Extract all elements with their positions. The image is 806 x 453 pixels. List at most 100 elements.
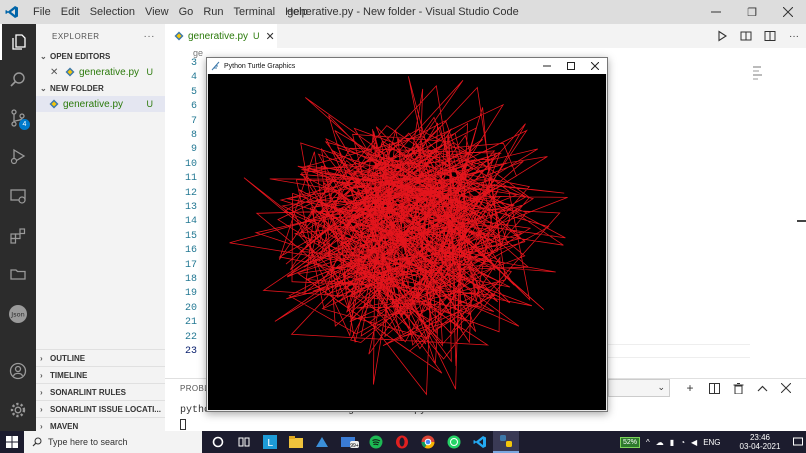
vscode-taskbar-icon[interactable] [467, 431, 493, 453]
generative-art-drawing [229, 76, 568, 396]
chrome-icon[interactable] [415, 431, 441, 453]
new-folder-section[interactable]: ⌄ NEW FOLDER [36, 80, 165, 96]
open-editors-section[interactable]: ⌄ OPEN EDITORS [36, 48, 165, 64]
remote-explorer-icon[interactable] [0, 178, 36, 214]
more-actions-button[interactable]: ··· [144, 31, 156, 42]
restore-button[interactable]: ❐ [734, 0, 770, 24]
menu-view[interactable]: View [140, 0, 174, 24]
open-editor-item[interactable]: ✕ generative.py U [36, 64, 165, 80]
source-control-icon[interactable]: 4 [0, 100, 36, 136]
explorer-sidebar: EXPLORER ··· ⌄ OPEN EDITORS ✕ generative… [36, 24, 165, 431]
tab-generative-py[interactable]: generative.py U ✕ [165, 24, 277, 48]
taskbar-search[interactable]: Type here to search [24, 431, 202, 453]
new-terminal-icon[interactable]: + [678, 379, 702, 397]
menu-edit[interactable]: Edit [56, 0, 85, 24]
menu-help[interactable]: Help [280, 0, 313, 24]
outline-section[interactable]: › OUTLINE [36, 349, 165, 366]
notification-center-icon[interactable] [790, 431, 806, 453]
close-panel-icon[interactable] [774, 379, 798, 397]
tab-status: U [253, 31, 260, 41]
cortana-icon[interactable] [205, 431, 231, 453]
tab-problems[interactable]: PROBL [180, 384, 209, 393]
compare-changes-icon[interactable] [734, 24, 758, 48]
json-icon[interactable]: Json [0, 296, 36, 332]
system-tray: 52% ^ ☁ ▮ ◔ ◀ ENG [620, 431, 727, 453]
run-file-icon[interactable] [710, 24, 734, 48]
turtle-strokes [229, 76, 568, 396]
vscode-logo-icon [0, 0, 24, 24]
battery-indicator[interactable]: 52% [620, 436, 641, 448]
menu-terminal[interactable]: Terminal [229, 0, 281, 24]
run-debug-icon[interactable] [0, 138, 36, 174]
l-app-icon[interactable]: L [257, 431, 283, 453]
wifi-icon[interactable]: ◔ [680, 438, 685, 447]
taskbar-clock[interactable]: 23:46 03-04-2021 [736, 433, 784, 451]
windows-start-icon[interactable] [0, 431, 24, 453]
menu-go[interactable]: Go [174, 0, 199, 24]
split-editor-icon[interactable] [758, 24, 782, 48]
close-editor-icon[interactable]: ✕ [50, 67, 62, 78]
turtle-minimize-button[interactable] [535, 58, 559, 74]
turtle-canvas[interactable] [208, 74, 606, 410]
line-number: 22 [184, 331, 197, 343]
turtle-graphics-window[interactable]: Python Turtle Graphics [206, 57, 608, 412]
mail-icon[interactable]: 99+ [337, 431, 363, 453]
opera-icon[interactable] [389, 431, 415, 453]
notif-badge: 99+ [350, 443, 359, 449]
cloud-icon[interactable]: ☁ [656, 438, 664, 447]
title-bar: File Edit Selection View Go Run Terminal… [0, 0, 806, 24]
activity-bar: 4 Json [0, 24, 36, 431]
line-number: 9 [190, 144, 197, 156]
spotify-icon[interactable] [363, 431, 389, 453]
accounts-icon[interactable] [0, 353, 36, 389]
explorer-files-icon[interactable] [0, 24, 36, 60]
folder-file-item[interactable]: generative.py U [36, 96, 165, 112]
task-view-icon[interactable] [231, 431, 257, 453]
python-file-icon [64, 66, 76, 78]
folder-icon[interactable] [0, 256, 36, 292]
sonarlint-issue-section[interactable]: › SONARLINT ISSUE LOCATI... [36, 400, 165, 417]
minimap[interactable] [753, 66, 763, 86]
svg-text:L: L [267, 438, 273, 449]
menu-selection[interactable]: Selection [85, 0, 140, 24]
line-number: 21 [184, 317, 197, 329]
editor-tabs: generative.py U ✕ ··· [165, 24, 806, 48]
terminal-select[interactable]: ⌄ [608, 379, 670, 397]
extensions-icon[interactable] [0, 218, 36, 254]
menu-file[interactable]: File [28, 0, 56, 24]
terminal-cursor[interactable] [180, 419, 186, 430]
microphone-icon[interactable]: ▮ [670, 438, 674, 447]
store-app-icon[interactable] [309, 431, 335, 453]
trash-icon[interactable] [726, 379, 750, 397]
timeline-section[interactable]: › TIMELINE [36, 366, 165, 383]
timeline-title: TIMELINE [50, 370, 88, 380]
explorer-header: EXPLORER ··· [36, 24, 165, 48]
language-indicator[interactable]: ENG [703, 438, 720, 447]
settings-gear-icon[interactable] [0, 392, 36, 428]
split-terminal-icon[interactable] [702, 379, 726, 397]
whatsapp-icon[interactable] [441, 431, 467, 453]
more-editor-actions-icon[interactable]: ··· [782, 24, 806, 48]
line-number: 13 [184, 202, 197, 213]
turtle-maximize-button[interactable] [559, 58, 583, 74]
close-window-button[interactable] [770, 0, 806, 24]
open-editor-filename: generative.py [79, 66, 140, 78]
file-explorer-icon[interactable] [283, 431, 309, 453]
maximize-panel-icon[interactable] [750, 379, 774, 397]
python-taskbar-icon[interactable] [493, 431, 519, 453]
search-icon[interactable] [0, 62, 36, 98]
chevron-right-icon: › [40, 370, 43, 380]
clock-date: 03-04-2021 [739, 442, 781, 451]
minimize-button[interactable] [698, 0, 734, 24]
scrollbar-marker[interactable] [797, 220, 806, 222]
chevron-up-icon[interactable]: ^ [646, 438, 650, 447]
python-file-icon [48, 98, 60, 110]
line-number: 16 [184, 245, 197, 257]
chevron-right-icon: › [40, 421, 43, 431]
untracked-status: U [146, 67, 154, 77]
close-tab-icon[interactable]: ✕ [266, 30, 275, 43]
volume-icon[interactable]: ◀ [691, 438, 697, 447]
menu-run[interactable]: Run [198, 0, 228, 24]
turtle-close-button[interactable] [583, 58, 607, 74]
sonarlint-rules-section[interactable]: › SONARLINT RULES [36, 383, 165, 400]
